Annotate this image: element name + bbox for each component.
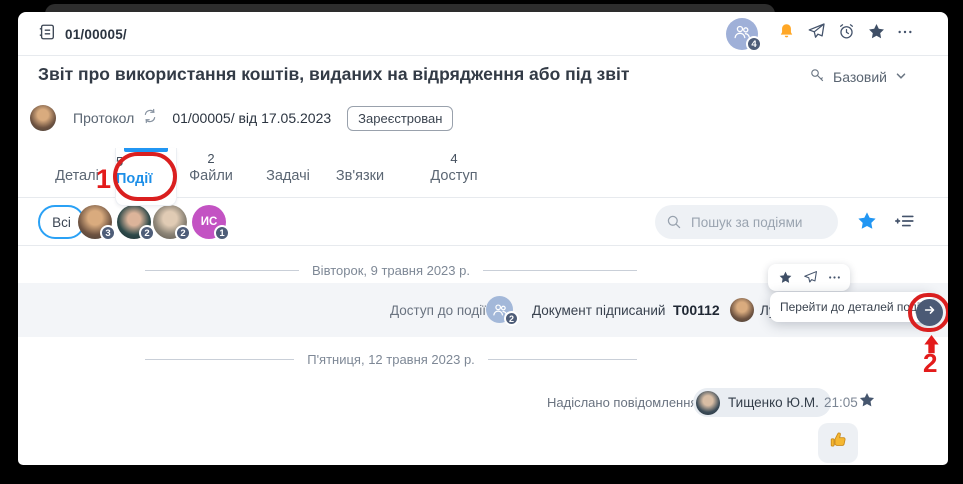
message-star-icon[interactable] — [858, 391, 876, 409]
event-action: Документ підписаний — [532, 303, 665, 318]
tab-access[interactable]: 4 Доступ — [424, 148, 484, 198]
go-to-event-button[interactable] — [916, 299, 943, 326]
tab-label: Задачі — [258, 168, 318, 184]
tab-count: 4 — [424, 148, 484, 168]
person-avatar[interactable] — [730, 298, 754, 322]
arrow-right-icon — [923, 303, 937, 322]
tab-events[interactable]: 5 Події — [115, 148, 177, 206]
tab-label: Зв'язки — [330, 168, 390, 184]
doc-number: 01/00005/ — [65, 27, 127, 42]
thumbs-up-icon — [828, 430, 849, 456]
screen-background: 01/00005/ 4 — [0, 0, 963, 484]
person-avatar — [696, 391, 720, 415]
search-input[interactable] — [655, 205, 838, 239]
access-count-badge: 2 — [504, 311, 519, 326]
tab-links[interactable]: Зв'язки — [330, 148, 390, 198]
star-icon — [867, 22, 886, 46]
bell-icon — [777, 22, 796, 46]
doc-number-date: 01/00005/ від 17.05.2023 — [172, 110, 331, 126]
tab-tasks[interactable]: Задачі — [258, 148, 318, 198]
participant-avatar-1[interactable]: 3 — [78, 205, 112, 239]
date-divider: П'ятниця, 12 травня 2023 р. — [145, 351, 637, 367]
divider-line — [145, 270, 299, 271]
divider-date: П'ятниця, 12 травня 2023 р. — [307, 352, 475, 367]
access-label: Доступ до події — [390, 303, 486, 318]
protocol-row: Протокол 01/00005/ від 17.05.2023 Зареєс… — [30, 102, 453, 134]
tabs-row: Деталі 2 Файли Задачі Зв'язки 4 Доступ 5 — [18, 148, 948, 198]
tab-label: Файли — [181, 168, 241, 184]
person-chip[interactable]: Тищенко Ю.М. — [693, 388, 831, 417]
date-divider: Вівторок, 9 травня 2023 р. — [145, 262, 637, 278]
alarm-clock-icon — [837, 22, 856, 46]
divider-line — [488, 359, 637, 360]
document-icon — [38, 23, 56, 46]
sync-icon[interactable] — [142, 108, 158, 129]
participant-badge: 1 — [214, 225, 230, 241]
divider-line — [145, 359, 294, 360]
event-access-icon[interactable]: 2 — [486, 296, 513, 323]
filter-settings-icon[interactable] — [894, 210, 916, 232]
tab-files[interactable]: 2 Файли — [181, 148, 241, 198]
divider-line — [483, 270, 637, 271]
send-button[interactable] — [807, 22, 826, 46]
tab-label: Доступ — [424, 168, 484, 184]
send-icon — [807, 22, 826, 46]
participant-badge: 3 — [100, 225, 116, 241]
notifications-button[interactable] — [777, 22, 796, 46]
message-action: Надіслано повідомлення — [547, 395, 697, 410]
topbar: 01/00005/ 4 — [18, 12, 948, 56]
status-badge: Зареєстрован — [347, 106, 453, 131]
reminder-button[interactable] — [837, 22, 856, 46]
divider-date: Вівторок, 9 травня 2023 р. — [312, 263, 470, 278]
toolbar-star-icon[interactable] — [778, 270, 793, 285]
participant-initials: ИС — [201, 216, 218, 228]
breadcrumb[interactable]: 01/00005/ — [38, 12, 127, 56]
author-avatar[interactable] — [30, 105, 56, 131]
tab-count — [330, 148, 390, 168]
favorite-button[interactable] — [867, 22, 886, 46]
message-time: 21:05 — [824, 395, 858, 410]
tab-count: 2 — [181, 148, 241, 168]
collaborators-button[interactable]: 4 — [726, 18, 758, 50]
person-name: Тищенко Ю.М. — [728, 395, 819, 410]
chevron-down-icon — [894, 69, 908, 86]
more-button[interactable] — [897, 24, 913, 45]
hover-toolbar — [768, 264, 850, 291]
document-window: 01/00005/ 4 — [18, 12, 948, 465]
event-filter-bar: Всі 3 2 2 ИС 1 — [18, 200, 948, 246]
reaction-button[interactable] — [818, 423, 858, 463]
annotation-step-1: 1 — [96, 164, 111, 195]
tab-count — [258, 148, 318, 168]
page-title: Звіт про використання коштів, виданих на… — [38, 64, 629, 85]
access-mode-dropdown[interactable]: Базовий — [809, 67, 908, 87]
doc-type-label: Протокол — [73, 110, 134, 126]
favorites-filter-star[interactable] — [856, 210, 878, 232]
doc-code: Т00112 — [673, 302, 720, 318]
participant-badge: 2 — [175, 225, 191, 241]
more-icon — [897, 24, 913, 45]
annotation-step-2: 2 — [923, 348, 937, 379]
toolbar-send-icon[interactable] — [803, 270, 818, 285]
participant-badge: 2 — [139, 225, 155, 241]
participant-avatar-4[interactable]: ИС 1 — [192, 205, 226, 239]
toolbar-more-icon[interactable] — [828, 271, 841, 284]
participant-avatar-2[interactable]: 2 — [117, 205, 151, 239]
participant-avatar-3[interactable]: 2 — [153, 205, 187, 239]
active-tab-indicator — [124, 148, 168, 152]
collaborators-count-badge: 4 — [746, 36, 762, 52]
key-icon — [809, 67, 826, 87]
tab-label: Події — [116, 171, 176, 187]
tab-count: 5 — [116, 154, 176, 169]
access-mode-label: Базовий — [833, 69, 887, 85]
tooltip: Перейти до деталей події — [770, 292, 933, 322]
